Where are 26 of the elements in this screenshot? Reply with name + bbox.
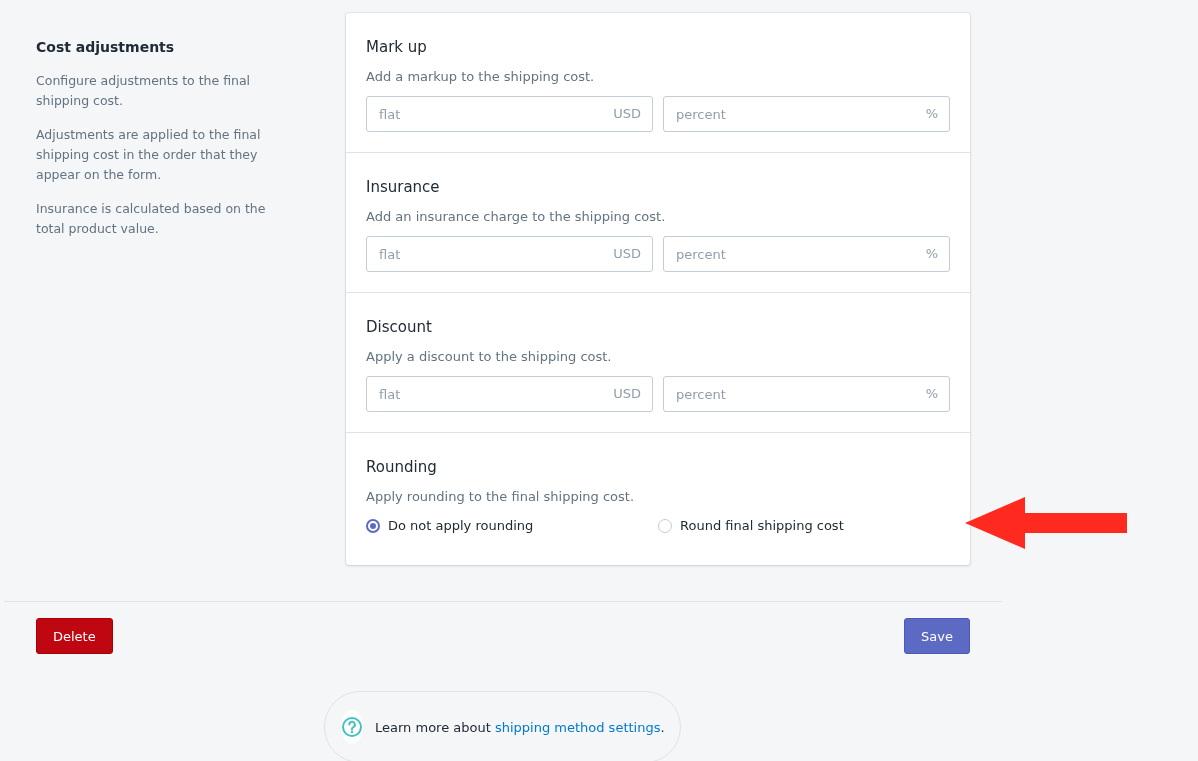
radio-label[interactable]: Round final shipping cost [680,518,844,533]
field-group-description: Add an insurance charge to the shipping cost. [366,208,667,226]
unit-label: % [925,246,938,262]
radio-button[interactable] [366,518,380,533]
radio-label[interactable]: Do not apply rounding [388,518,534,533]
help-icon [341,710,363,744]
help-link[interactable]: shipping method settings [494,719,661,735]
unit-label: USD [613,106,641,122]
unit-label: % [925,386,938,402]
section-description: Configure adjustments to the final shipping cost. [36,72,252,110]
field-group-title: Rounding [366,457,438,477]
delete-button[interactable]: Delete [36,618,113,654]
unit-label: USD [613,386,641,402]
section-title: Cost adjustments [36,38,176,57]
field-group-title: Discount [366,317,433,337]
help-text: Learn more about shipping method settings. [375,719,665,735]
section-description: Adjustments are applied to the final shipping cost in the order that they appear on the form. [36,126,262,184]
unit-label: USD [613,246,641,262]
field-group-title: Mark up [366,37,428,57]
section-description: Insurance is calculated based on the total product value. [36,200,267,238]
field-group-description: Add a markup to the shipping cost. [366,68,596,86]
save-button[interactable]: Save [904,618,970,654]
field-group-title: Insurance [366,177,441,197]
unit-label: % [925,106,938,122]
field-group-description: Apply a discount to the shipping cost. [366,348,613,366]
field-group-description: Apply rounding to the final shipping cost. [366,488,636,506]
